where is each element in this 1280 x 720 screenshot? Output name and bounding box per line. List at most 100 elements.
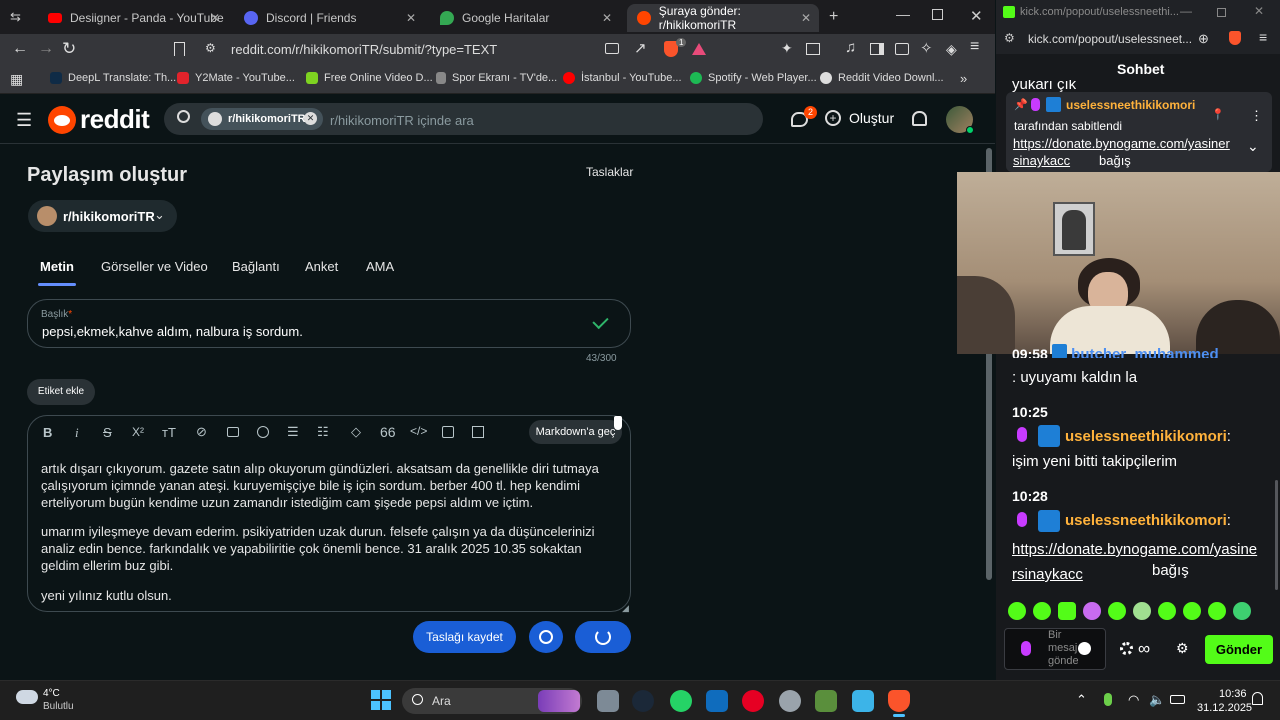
code-block-icon[interactable] [442, 426, 454, 438]
tab-search-icon[interactable]: ⇆ [10, 9, 21, 25]
kick-minimize-icon[interactable]: — [1180, 4, 1192, 18]
unpin-icon[interactable]: 📍 [1211, 108, 1225, 121]
tab-text[interactable]: Metin [40, 259, 74, 274]
emoji-icon[interactable] [1078, 642, 1091, 655]
chat-scrollbar[interactable] [1275, 480, 1278, 590]
tab-youtube[interactable]: Desiigner - Panda - YouTube ✕ [38, 4, 228, 32]
menu-icon[interactable]: ≡ [970, 38, 979, 56]
bookmark-y2mate[interactable]: Y2Mate - YouTube... [177, 72, 295, 84]
bold-icon[interactable]: B [43, 425, 52, 440]
save-draft-button[interactable]: Taslağı kaydet [413, 621, 516, 653]
emote-icon[interactable] [1008, 602, 1026, 620]
chat-message-link[interactable]: https://donate.bynogame.com/yasinersinay… [1012, 537, 1262, 587]
superscript-icon[interactable]: X² [132, 425, 144, 439]
cast-icon[interactable] [605, 43, 619, 54]
kick-url[interactable]: kick.com/popout/uselessneet... [1028, 32, 1192, 46]
create-button[interactable]: + Oluştur [825, 110, 894, 126]
emote-icon[interactable] [1158, 602, 1176, 620]
emote-icon[interactable] [1108, 602, 1126, 620]
vpn-icon[interactable]: ◈ [946, 41, 957, 58]
bookmark-reddit-dl[interactable]: Reddit Video Downl... [820, 72, 944, 84]
bookmark-istanbul[interactable]: İstanbul - YouTube... [563, 72, 682, 84]
reload-icon[interactable]: ↻ [62, 39, 76, 59]
table-icon[interactable] [472, 426, 484, 438]
tab-reddit-submit[interactable]: Şuraya gönder: r/hikikomoriTR ✕ [627, 4, 819, 32]
close-window-icon[interactable]: ✕ [970, 7, 983, 25]
reader-icon[interactable] [806, 43, 820, 55]
brave-rewards-icon[interactable] [692, 43, 706, 55]
link-icon[interactable]: ⊘ [196, 424, 207, 440]
leo-ai-icon[interactable]: ✧ [920, 39, 933, 57]
more-options-icon[interactable]: ⋮ [1250, 108, 1263, 124]
italic-icon[interactable]: i [75, 425, 79, 441]
zoom-icon[interactable]: ⊕ [1198, 31, 1209, 47]
wallet-icon[interactable] [895, 43, 909, 55]
close-icon[interactable]: ✕ [602, 11, 612, 25]
minimize-icon[interactable]: — [896, 6, 910, 22]
menu-icon[interactable]: ≡ [1259, 29, 1267, 45]
emote-icon[interactable] [1058, 602, 1076, 620]
emote-icon[interactable] [1033, 602, 1051, 620]
strikethrough-icon[interactable]: S [103, 425, 112, 440]
settings-gear-icon[interactable]: ⚙ [1176, 640, 1189, 657]
url-field[interactable]: reddit.com/r/hikikomoriTR/submit/?type=T… [231, 42, 497, 57]
pinterest-icon[interactable] [742, 690, 764, 712]
emote-icon[interactable] [1233, 602, 1251, 620]
battery-icon[interactable] [1170, 695, 1185, 704]
back-icon[interactable]: ← [12, 40, 28, 58]
notification-icon[interactable] [1252, 692, 1263, 705]
close-icon[interactable]: ✕ [406, 11, 416, 25]
bookmark-icon[interactable] [174, 42, 185, 56]
mic-tray-icon[interactable] [1104, 693, 1112, 706]
emote-icon[interactable] [1183, 602, 1201, 620]
tab-link[interactable]: Bağlantı [232, 259, 280, 274]
bookmark-deepl[interactable]: DeepL Translate: Th... [50, 72, 176, 84]
message-username[interactable]: uselessneethikikomori [1065, 428, 1227, 445]
new-tab-icon[interactable]: + [829, 8, 838, 26]
brave-icon[interactable] [888, 690, 910, 712]
add-tag-button[interactable]: Etiket ekle [27, 379, 95, 405]
sidebar-icon[interactable] [870, 43, 884, 55]
close-icon[interactable]: ✕ [210, 11, 220, 25]
post-button[interactable] [575, 621, 631, 653]
bullet-list-icon[interactable]: ☰ [287, 424, 299, 440]
video-icon[interactable] [257, 426, 269, 438]
drafts-link[interactable]: Taslaklar [586, 165, 633, 179]
chevron-down-icon[interactable]: ⌄ [1247, 138, 1259, 155]
numbered-list-icon[interactable]: ☷ [317, 424, 329, 440]
clock-date[interactable]: 31.12.2025 [1197, 702, 1252, 714]
tray-chevron-icon[interactable]: ⌃ [1076, 692, 1087, 708]
site-settings-icon[interactable]: ⚙ [1004, 31, 1015, 45]
kick-maximize-icon[interactable] [1217, 8, 1226, 17]
bookmark-video-dl[interactable]: Free Online Video D... [306, 72, 433, 84]
schedule-button[interactable] [529, 621, 563, 653]
markdown-toggle-button[interactable]: Markdown'a geç [529, 420, 622, 444]
image-icon[interactable] [227, 427, 239, 437]
tab-google-maps[interactable]: Google Haritalar ✕ [430, 4, 620, 32]
tab-poll[interactable]: Anket [305, 259, 338, 274]
body-editor[interactable] [27, 415, 631, 612]
resize-handle-icon[interactable]: ◢ [622, 603, 629, 614]
weather-cloud-icon[interactable] [16, 690, 38, 704]
extensions-icon[interactable]: ✦ [781, 40, 793, 57]
whatsapp-icon[interactable] [670, 690, 692, 712]
start-windows-icon[interactable] [371, 690, 391, 710]
close-icon[interactable]: ✕ [801, 11, 811, 25]
app-icon[interactable] [779, 690, 801, 712]
message-username[interactable]: butcher_muhammed [1071, 346, 1219, 358]
apps-grid-icon[interactable]: ▦ [10, 71, 23, 88]
mail-icon[interactable] [706, 690, 728, 712]
search-input[interactable]: r/hikikomoriTR içinde ara [330, 113, 474, 128]
bell-icon[interactable] [912, 111, 927, 126]
message-username[interactable]: uselessneethikikomori [1065, 512, 1227, 529]
notepad-icon[interactable] [852, 690, 874, 712]
minecraft-icon[interactable] [815, 690, 837, 712]
volume-icon[interactable]: 🔈 [1149, 692, 1165, 708]
tab-discord[interactable]: Discord | Friends ✕ [234, 4, 424, 32]
maximize-icon[interactable] [932, 9, 943, 20]
more-bookmarks-icon[interactable]: » [960, 71, 967, 86]
send-button[interactable]: Gönder [1205, 635, 1273, 664]
clock-time[interactable]: 10:36 [1219, 688, 1247, 700]
spoiler-icon[interactable]: ◇ [351, 424, 361, 440]
pinned-username[interactable]: uselessneethikikomori [1066, 98, 1195, 112]
